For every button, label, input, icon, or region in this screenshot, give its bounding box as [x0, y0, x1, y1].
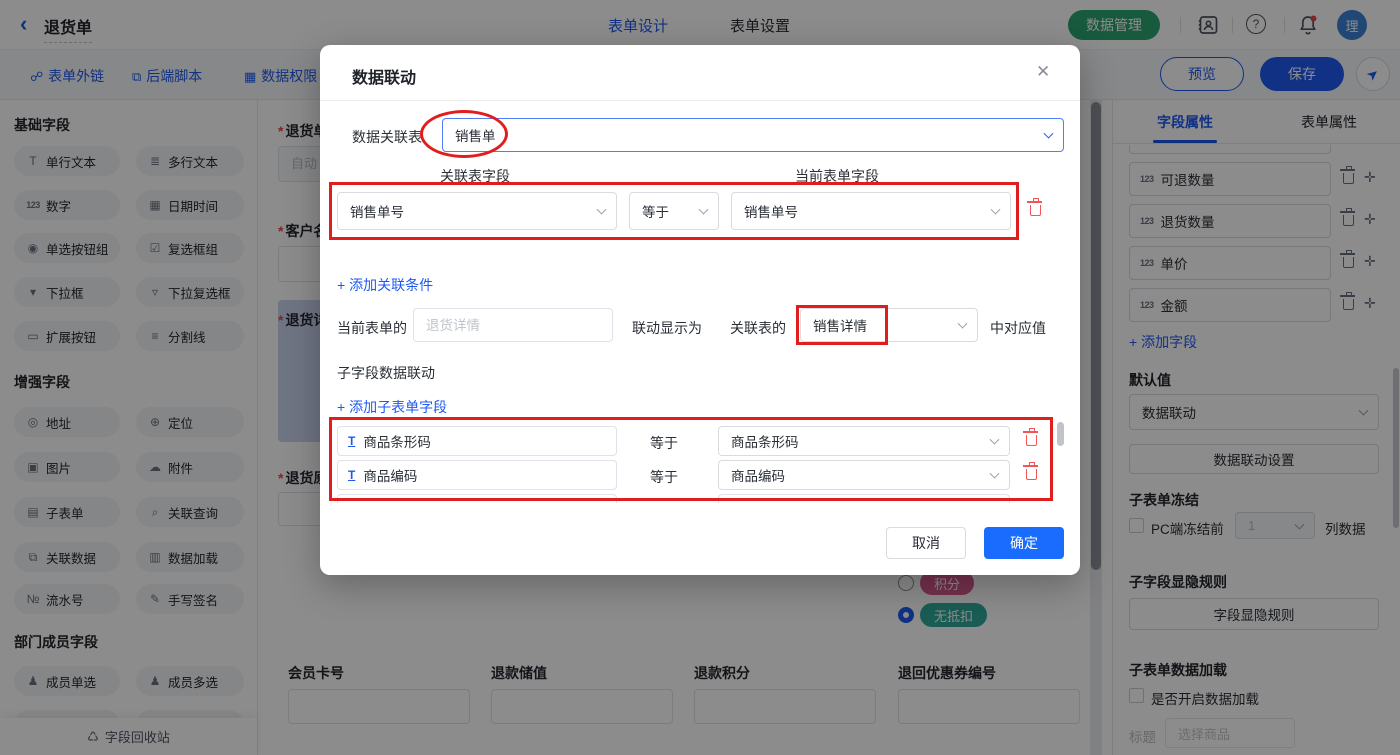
subfield-row-field[interactable]: T商品条形码	[337, 426, 617, 456]
condition-left-select[interactable]: 销售单号	[337, 192, 617, 230]
display-table-field-select[interactable]: 销售详情	[800, 308, 978, 342]
subfield-row-partial[interactable]	[337, 494, 617, 503]
subfield-value-select[interactable]: 商品编码	[718, 460, 1010, 490]
app-root: ‹ 退货单 表单设计 表单设置 数据管理 ? 理 ☍表单外链 ⧉后端脚本 ▦数据…	[0, 0, 1400, 755]
chevron-down-icon	[1044, 129, 1054, 139]
text-field-icon: T	[348, 468, 355, 482]
add-condition-link[interactable]: + 添加关联条件	[337, 275, 433, 295]
modal-scrollbar-thumb[interactable]	[1057, 422, 1064, 446]
data-linkage-dialog: 数据联动 ✕ 数据关联表 销售单 关联表字段 当前表单字段 销售单号 等于 销售…	[320, 45, 1080, 575]
chevron-down-icon	[991, 205, 1001, 215]
divider	[320, 100, 1080, 101]
subfield-row-field[interactable]: T商品编码	[337, 460, 617, 490]
display-prefix-label: 当前表单的	[337, 318, 407, 338]
condition-operator-select[interactable]: 等于	[629, 192, 719, 230]
link-table-select[interactable]: 销售单	[442, 118, 1064, 152]
link-table-label: 数据关联表	[352, 127, 422, 147]
cancel-button[interactable]: 取消	[886, 527, 966, 559]
subfield-linkage-title: 子字段数据联动	[337, 363, 435, 383]
display-middle-label: 联动显示为	[632, 318, 702, 338]
display-suffix-label: 中对应值	[990, 318, 1046, 338]
text-field-icon: T	[348, 434, 355, 448]
confirm-button[interactable]: 确定	[984, 527, 1064, 559]
dialog-title: 数据联动	[352, 64, 416, 88]
table-prefix-label: 关联表的	[730, 318, 786, 338]
subfield-value-select[interactable]: 商品条形码	[718, 426, 1010, 456]
subfield-operator: 等于	[650, 467, 678, 487]
current-form-field-header: 当前表单字段	[795, 166, 879, 186]
delete-subfield-icon[interactable]	[1026, 469, 1037, 480]
subfield-operator: 等于	[650, 433, 678, 453]
chevron-down-icon	[597, 205, 607, 215]
display-field-input[interactable]	[413, 308, 613, 342]
chevron-down-icon	[990, 469, 1000, 479]
subfield-row-partial[interactable]	[718, 494, 1010, 503]
delete-condition-icon[interactable]	[1030, 205, 1041, 216]
delete-subfield-icon[interactable]	[1026, 435, 1037, 446]
chevron-down-icon	[699, 205, 709, 215]
close-icon[interactable]: ✕	[1036, 62, 1050, 82]
condition-right-select[interactable]: 销售单号	[731, 192, 1011, 230]
linked-table-field-header: 关联表字段	[440, 166, 510, 186]
chevron-down-icon	[990, 435, 1000, 445]
chevron-down-icon	[958, 319, 968, 329]
add-subfield-link[interactable]: + 添加子表单字段	[337, 397, 447, 417]
